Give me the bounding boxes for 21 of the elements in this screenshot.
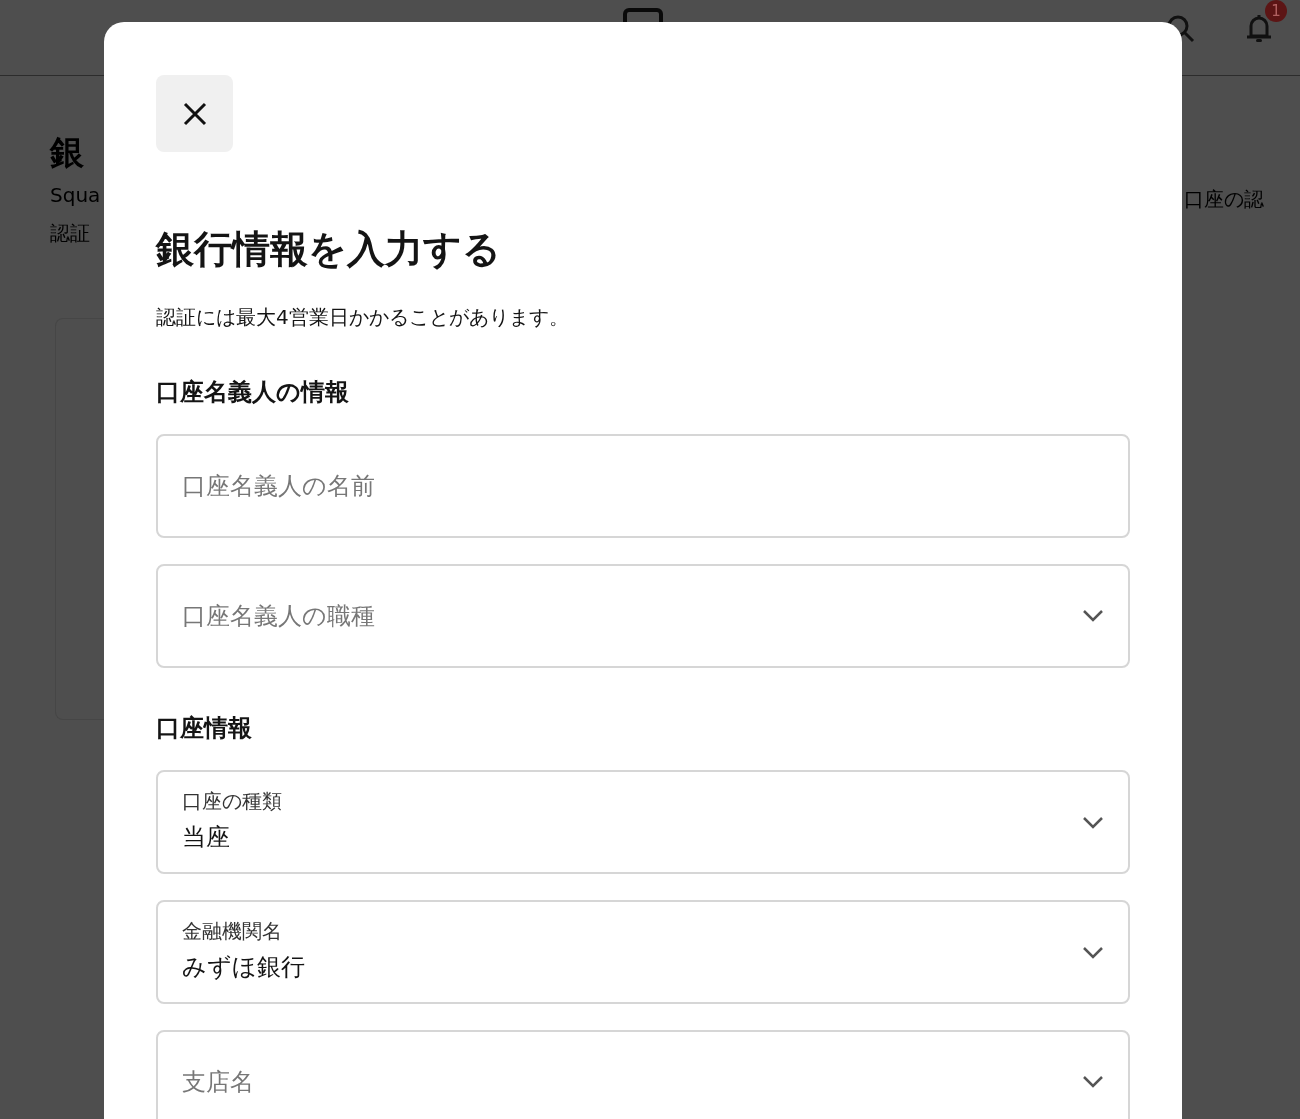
page-title: 銀 (50, 131, 85, 174)
close-button[interactable] (156, 75, 233, 152)
logo-icon[interactable] (623, 8, 663, 22)
page-description: 口座の認 (1184, 186, 1265, 213)
select-field[interactable]: 支店名 (156, 1030, 1130, 1119)
select-field[interactable]: 口座の種類 当座 (156, 770, 1130, 874)
modal-subtitle: 認証には最大4営業日かかることがあります。 (156, 304, 570, 331)
modal-title: 銀行情報を入力する (156, 226, 502, 273)
chevron-down-icon (1082, 815, 1104, 829)
chevron-down-icon (1082, 609, 1104, 622)
chevron-down-icon (1082, 1075, 1104, 1088)
select-field[interactable]: 口座名義人の職種 (156, 564, 1130, 668)
page-description: Squa (50, 182, 102, 209)
section-heading: 口座名義人の情報 (156, 377, 350, 408)
close-icon (182, 101, 207, 126)
chevron-down-icon (1082, 945, 1104, 959)
input-field[interactable]: 口座名義人の名前 (156, 434, 1130, 538)
section-heading: 口座情報 (156, 713, 253, 744)
page-description: 認証 (50, 220, 91, 247)
select-field[interactable]: 金融機関名 みずほ銀行 (156, 900, 1130, 1004)
notification-badge: 1 (1265, 0, 1287, 22)
